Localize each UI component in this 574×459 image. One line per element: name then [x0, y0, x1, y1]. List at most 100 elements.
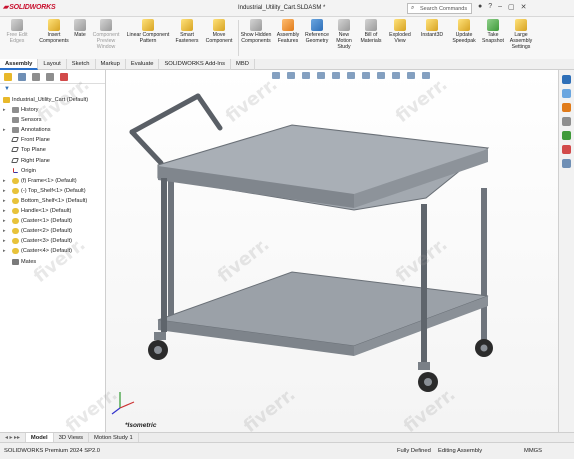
tab-nav-arrows[interactable]: ◂ ▸ ▸▸ — [0, 433, 26, 442]
tree-item-caster-3[interactable]: ▸ (Caster<3> (Default) — [0, 236, 105, 246]
linear-pattern-icon — [142, 19, 154, 31]
tab-evaluate[interactable]: Evaluate — [126, 59, 160, 70]
tab-markup[interactable]: Markup — [96, 59, 126, 70]
plane-icon — [11, 137, 19, 143]
linear-pattern-button[interactable]: Linear Component Pattern — [124, 19, 172, 44]
design-library-icon[interactable] — [562, 89, 571, 98]
bom-icon — [365, 19, 377, 31]
tree-item-right-plane[interactable]: Right Plane — [0, 156, 105, 166]
caster-front-right — [418, 362, 438, 392]
smart-fasteners-button[interactable]: Smart Fasteners — [172, 19, 202, 44]
expand-arrow-icon[interactable]: ▸ — [3, 216, 6, 226]
appearances-icon[interactable] — [562, 131, 571, 140]
tree-item-history[interactable]: ▸ History — [0, 105, 105, 115]
tree-item-sensors[interactable]: Sensors — [0, 115, 105, 125]
solidworks-logo[interactable]: ▰SOLIDWORKS — [3, 3, 56, 11]
tree-item-mates[interactable]: Mates — [0, 257, 105, 267]
annotations-icon — [12, 127, 19, 134]
tree-item-frame[interactable]: ▸ (f) Frame<1> (Default) — [0, 176, 105, 186]
expand-arrow-icon[interactable]: ▸ — [3, 246, 6, 256]
large-assembly-button[interactable]: Large Assembly Settings — [508, 19, 534, 50]
file-explorer-icon[interactable] — [562, 103, 571, 112]
tree-item-top-shelf[interactable]: ▸ (-) Top_Shelf<1> (Default) — [0, 186, 105, 196]
tab-model[interactable]: Model — [25, 433, 54, 442]
instant3d-button[interactable]: Instant3D — [418, 19, 446, 38]
restore-icon[interactable]: ▢ — [508, 3, 515, 11]
move-component-button[interactable]: Move Component — [204, 19, 234, 44]
tab-motion-study[interactable]: Motion Study 1 — [89, 433, 139, 442]
mate-button[interactable]: Mate — [70, 19, 90, 38]
tree-item-caster-2[interactable]: ▸ (Caster<2> (Default) — [0, 226, 105, 236]
title-bar: ▰SOLIDWORKS Industrial_Utility_Cart.SLDA… — [0, 0, 574, 17]
expand-arrow-icon[interactable]: ▸ — [3, 226, 6, 236]
expand-arrow-icon[interactable]: ▸ — [3, 176, 6, 186]
title-bar-icons: ● ? – ▢ ✕ — [478, 3, 527, 11]
tree-item-origin[interactable]: Origin — [0, 166, 105, 176]
status-mode: Editing Assembly — [438, 448, 483, 454]
origin-icon — [13, 167, 18, 173]
tab-layout[interactable]: Layout — [38, 59, 67, 70]
expand-arrow-icon[interactable]: ▸ — [3, 105, 6, 115]
plane-icon — [11, 157, 19, 163]
window-title: Industrial_Utility_Cart.SLDASM * — [238, 5, 326, 11]
mate-icon — [74, 19, 86, 31]
bom-button[interactable]: Bill of Materials — [358, 19, 384, 44]
search-commands-input[interactable]: ⌕ Search Commands — [407, 3, 472, 14]
insert-components-button[interactable]: Insert Components — [38, 19, 70, 44]
tab-sketch[interactable]: Sketch — [67, 59, 96, 70]
filter-icon[interactable]: ▼ — [0, 84, 105, 95]
update-speedpak-button[interactable]: Update Speedpak — [450, 19, 478, 44]
show-hidden-button[interactable]: Show Hidden Components — [240, 19, 272, 44]
status-bar: SOLIDWORKS Premium 2024 SP2.0 Fully Defi… — [0, 442, 574, 459]
part-icon — [12, 177, 19, 184]
free-edit-button[interactable]: Free Edit Edges — [2, 19, 32, 44]
property-manager-tab-icon[interactable] — [18, 73, 26, 81]
view-palette-icon[interactable] — [562, 117, 571, 126]
motion-study-button[interactable]: New Motion Study — [333, 19, 355, 50]
help-icon[interactable]: ? — [488, 3, 492, 11]
tree-item-top-plane[interactable]: Top Plane — [0, 145, 105, 155]
tree-item-handle[interactable]: ▸ Handle<1> (Default) — [0, 206, 105, 216]
close-icon[interactable]: ✕ — [521, 3, 527, 11]
display-manager-tab-icon[interactable] — [60, 73, 68, 81]
tree-item-annotations[interactable]: ▸ Annotations — [0, 125, 105, 135]
configuration-tab-icon[interactable] — [32, 73, 40, 81]
expand-arrow-icon[interactable]: ▸ — [3, 206, 6, 216]
custom-properties-icon[interactable] — [562, 145, 571, 154]
tree-root[interactable]: Industrial_Utility_Cart (Default) — [0, 95, 105, 105]
plane-icon — [11, 147, 19, 153]
tree-item-bottom-shelf[interactable]: ▸ Bottom_Shelf<1> (Default) — [0, 196, 105, 206]
task-pane — [558, 70, 574, 432]
part-icon — [12, 187, 19, 194]
cart-3d-model[interactable] — [106, 70, 558, 432]
tab-mbd[interactable]: MBD — [231, 59, 255, 70]
tree-item-caster-1[interactable]: ▸ (Caster<1> (Default) — [0, 216, 105, 226]
forum-icon[interactable] — [562, 159, 571, 168]
graphics-viewport[interactable]: *Isometric — [106, 70, 558, 432]
dimxpert-tab-icon[interactable] — [46, 73, 54, 81]
motion-study-icon — [338, 19, 350, 31]
assembly-features-button[interactable]: Assembly Features — [275, 19, 301, 44]
feature-tree: Industrial_Utility_Cart (Default) ▸ Hist… — [0, 95, 105, 267]
user-icon[interactable]: ● — [478, 3, 482, 11]
reference-geometry-button[interactable]: Reference Geometry — [302, 19, 332, 44]
take-snapshot-button[interactable]: Take Snapshot — [479, 19, 507, 44]
expand-arrow-icon[interactable]: ▸ — [3, 196, 6, 206]
solidworks-resources-icon[interactable] — [562, 75, 571, 84]
status-definition: Fully Defined — [397, 448, 431, 454]
status-units[interactable]: MMGS — [524, 448, 542, 454]
expand-arrow-icon[interactable]: ▸ — [3, 125, 6, 135]
component-preview-button[interactable]: Component Preview Window — [90, 19, 122, 50]
smart-fasteners-icon — [181, 19, 193, 31]
tree-item-front-plane[interactable]: Front Plane — [0, 135, 105, 145]
feature-tree-tab-icon[interactable] — [4, 73, 12, 81]
expand-arrow-icon[interactable]: ▸ — [3, 186, 6, 196]
expand-arrow-icon[interactable]: ▸ — [3, 236, 6, 246]
minimize-icon[interactable]: – — [498, 3, 502, 11]
tab-assembly[interactable]: Assembly — [0, 59, 39, 70]
tab-addins[interactable]: SOLIDWORKS Add-Ins — [159, 59, 232, 70]
reference-geometry-icon — [311, 19, 323, 31]
tree-item-caster-4[interactable]: ▸ (Caster<4> (Default) — [0, 246, 105, 256]
exploded-view-button[interactable]: Exploded View — [386, 19, 414, 44]
tab-3d-views[interactable]: 3D Views — [54, 433, 90, 442]
